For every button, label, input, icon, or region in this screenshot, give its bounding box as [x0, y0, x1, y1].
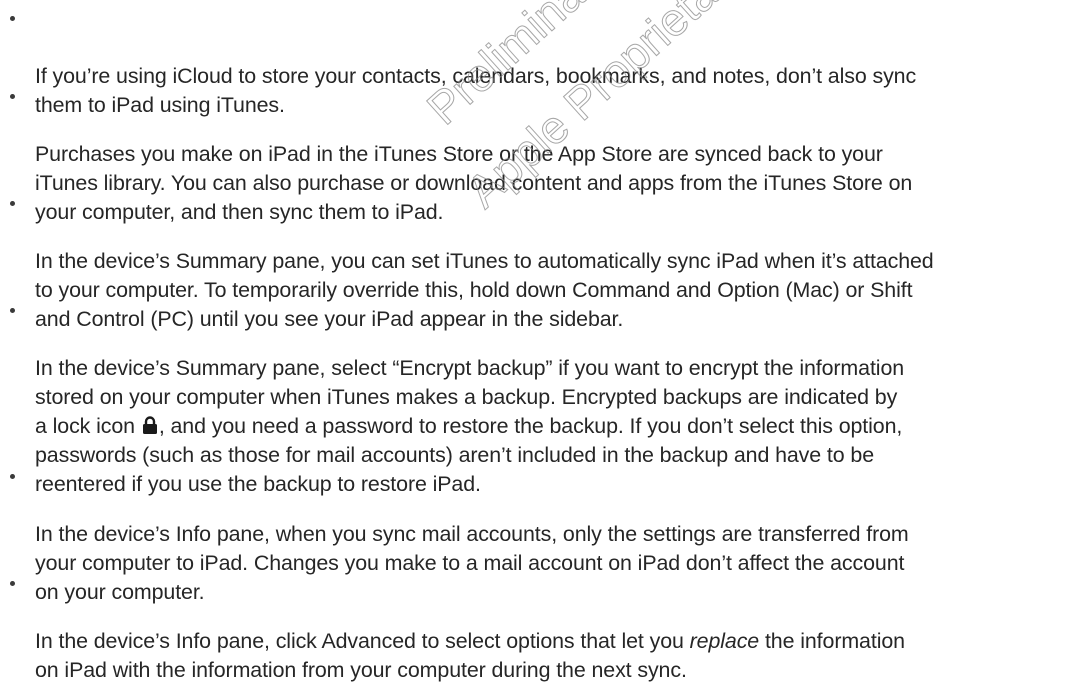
emphasized-word: replace	[689, 629, 760, 653]
bullet-dot	[10, 308, 15, 313]
bullet-dot	[10, 16, 15, 21]
bullet-dot	[10, 581, 15, 586]
bullet-dot	[10, 201, 15, 206]
bullet-text-before-em: In the device’s Info pane, click Advance…	[35, 629, 690, 653]
list-item: In the device’s Info pane, click Advance…	[0, 569, 913, 685]
bullet-dot	[10, 474, 15, 479]
bullet-dot	[10, 94, 15, 99]
lock-icon	[142, 414, 158, 434]
